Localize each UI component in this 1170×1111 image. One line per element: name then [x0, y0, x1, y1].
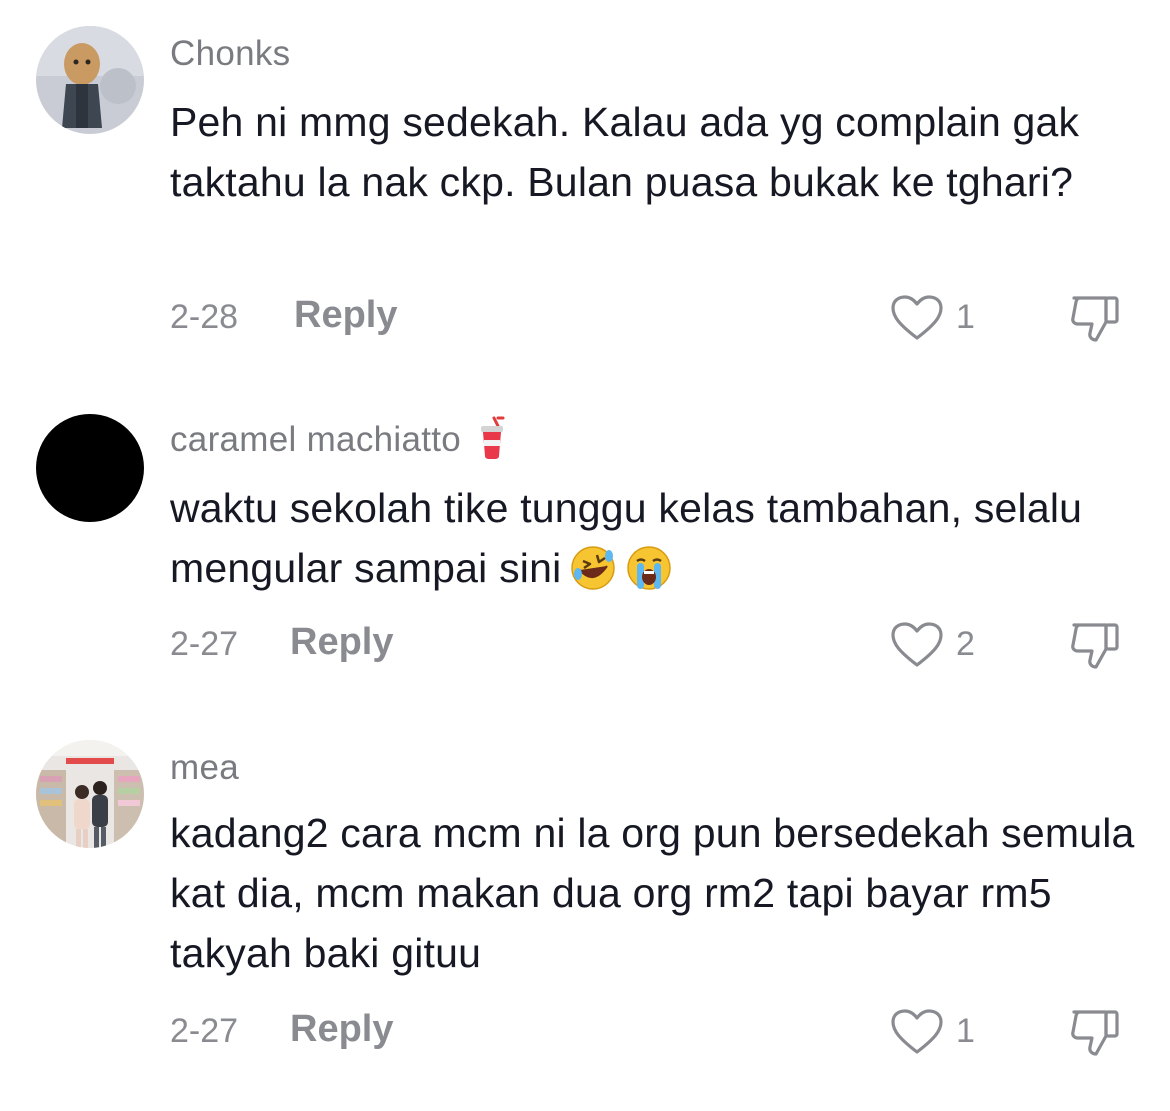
- heart-outline-icon[interactable]: [890, 1008, 944, 1056]
- couple-photo-avatar-icon: [36, 740, 144, 848]
- comment-text: kadang2 cara mcm ni la org pun bersedeka…: [170, 810, 1135, 976]
- thumbs-down-icon[interactable]: [1068, 1006, 1124, 1058]
- avatar[interactable]: [36, 740, 144, 848]
- reply-button[interactable]: Reply: [290, 1008, 393, 1051]
- comment-username[interactable]: mea: [170, 748, 239, 788]
- comment-item: mea kadang2 cara mcm ni la org pun berse…: [0, 0, 1170, 1100]
- like-count: 1: [956, 1012, 975, 1050]
- comment-date: 2-27: [170, 1012, 239, 1050]
